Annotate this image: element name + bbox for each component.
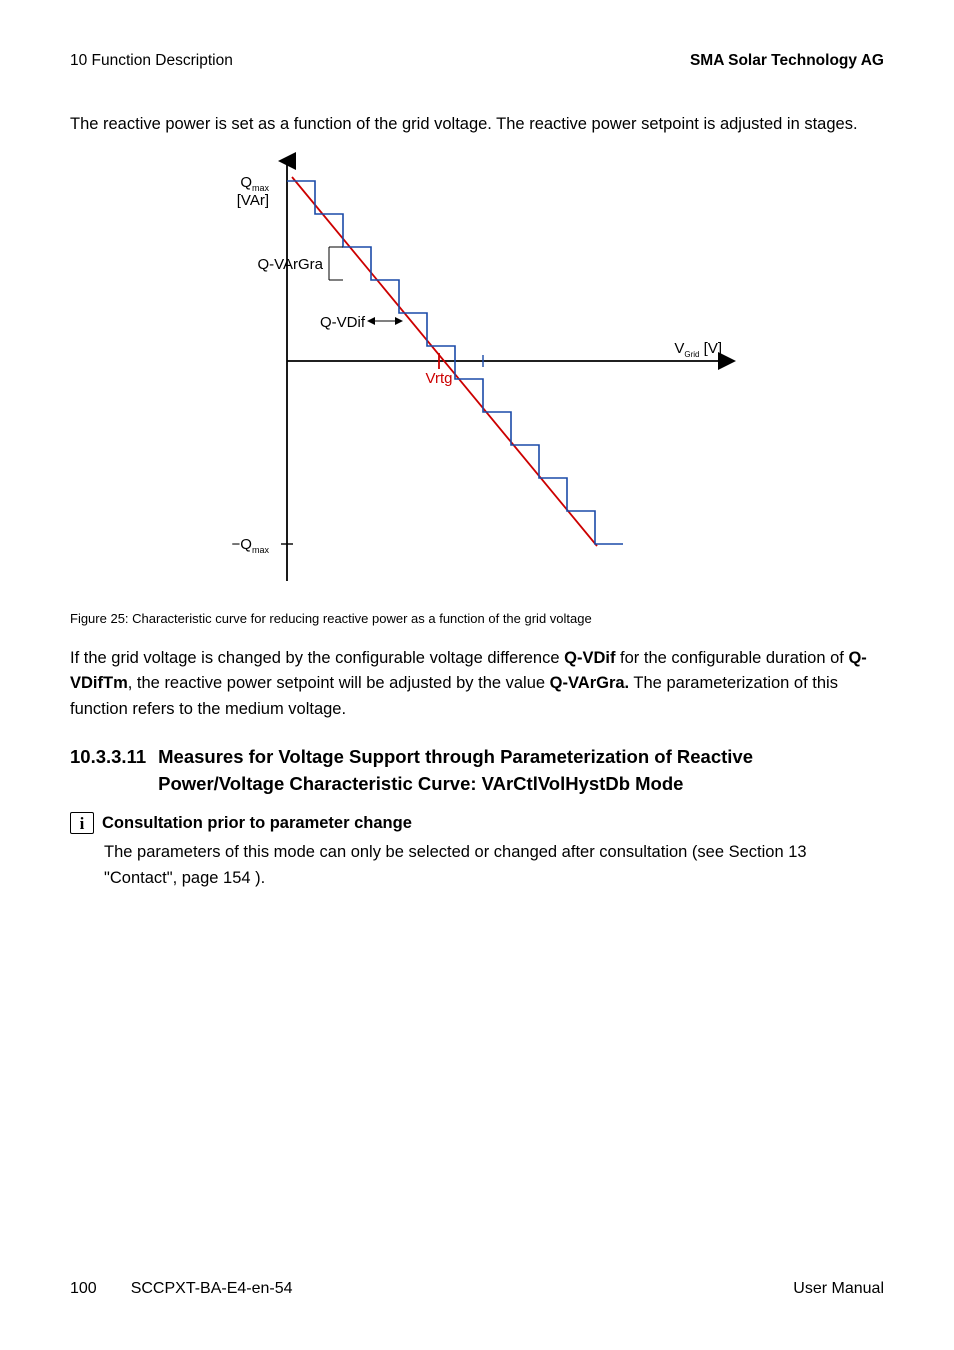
y-axis-neg-label: −Qmax (232, 536, 270, 555)
info-note-body: The parameters of this mode can only be … (104, 840, 884, 891)
header-company: SMA Solar Technology AG (690, 52, 884, 70)
section-number: 10.3.3.11 (70, 744, 158, 798)
x-axis-label: VGrid [V] (674, 340, 722, 359)
staircase-curve (287, 181, 623, 544)
document-id: SCCPXT-BA-E4-en-54 (131, 1280, 293, 1298)
header-section-ref: 10 Function Description (70, 52, 233, 70)
info-icon: i (70, 812, 94, 834)
y-axis-label: Qmax (240, 174, 269, 193)
info-note-title: Consultation prior to parameter change (102, 814, 412, 833)
characteristic-curve-chart: Qmax [VAr] −Qmax VGrid [V] Q-VArGra (157, 151, 797, 591)
y-axis-unit: [VAr] (237, 192, 269, 209)
page-number: 100 (70, 1280, 97, 1298)
figure-caption: Figure 25: Characteristic curve for redu… (70, 611, 884, 626)
section-heading: 10.3.3.11 Measures for Voltage Support t… (70, 744, 884, 798)
page-footer: 100 SCCPXT-BA-E4-en-54 User Manual (70, 1280, 884, 1298)
section-title: Measures for Voltage Support through Par… (158, 744, 884, 798)
body-paragraph: If the grid voltage is changed by the co… (70, 646, 884, 723)
figure-25: Qmax [VAr] −Qmax VGrid [V] Q-VArGra (70, 151, 884, 591)
q-vdif-label: Q-VDif (320, 314, 366, 331)
intro-paragraph: The reactive power is set as a function … (70, 112, 884, 137)
vrtg-label: Vrtg (426, 370, 453, 387)
q-vargra-label: Q-VArGra (257, 256, 323, 273)
document-type: User Manual (793, 1280, 884, 1298)
